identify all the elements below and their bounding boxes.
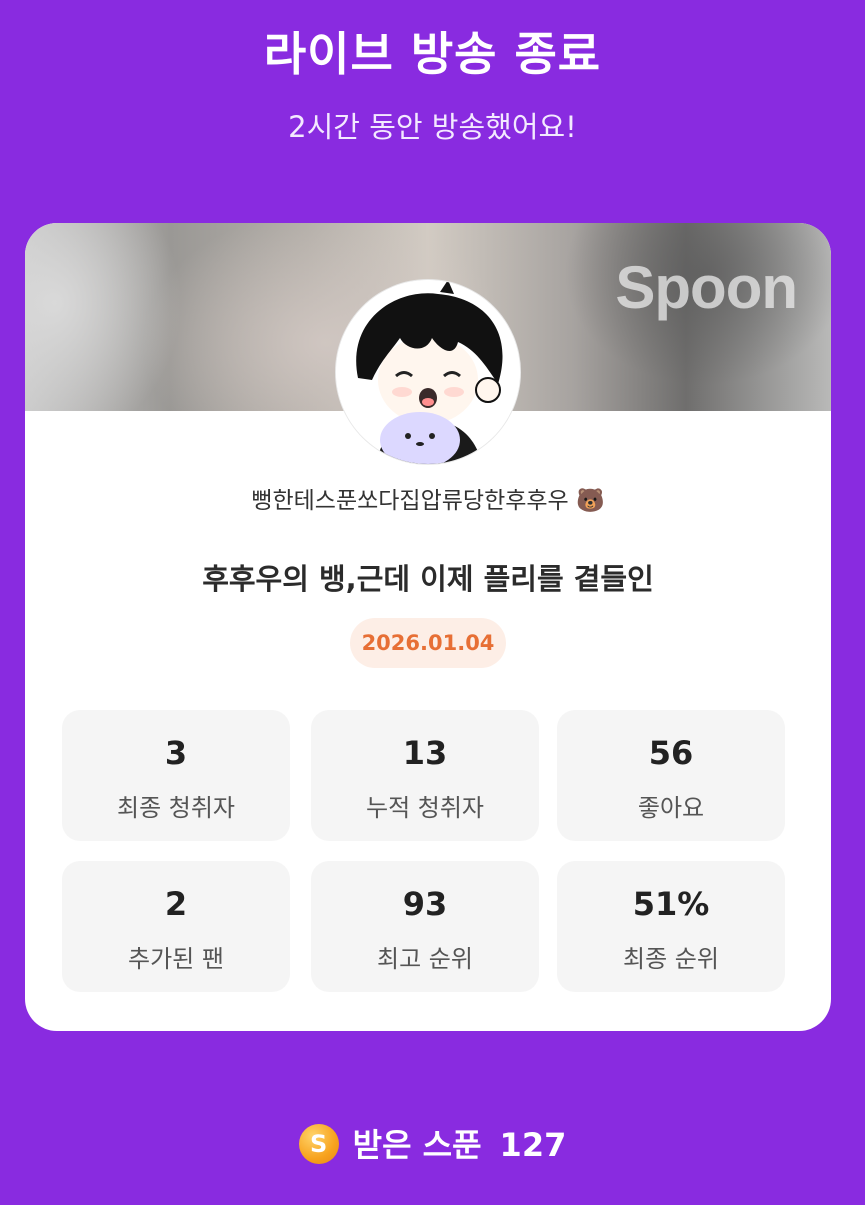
- broadcast-summary-card: Spoon 뻥한테스푼쏘다집압류당한후후우 🐻 후후우의 뱅,근데 이제 플리를…: [25, 223, 831, 1031]
- spoon-logo: Spoon: [615, 254, 798, 321]
- received-spoons-label: 받은 스푼: [352, 1126, 482, 1164]
- page-title: 라이브 방송 종료: [263, 27, 602, 81]
- stat-likes: 56 좋아요: [557, 710, 785, 841]
- stat-label: 최종 청취자: [116, 794, 236, 822]
- stat-label: 좋아요: [637, 794, 705, 822]
- spoon-coin-icon: S: [298, 1124, 339, 1164]
- stat-total-listeners: 13 누적 청취자: [311, 710, 539, 841]
- stat-label: 누적 청취자: [365, 794, 485, 822]
- stat-best-rank: 93 최고 순위: [311, 861, 539, 992]
- stat-value: 51%: [632, 885, 710, 923]
- stat-value: 2: [164, 885, 188, 923]
- stat-label: 최종 순위: [623, 945, 719, 973]
- date-badge: 2026.01.04: [350, 618, 506, 668]
- stat-final-rank: 51% 최종 순위: [557, 861, 785, 992]
- stat-label: 추가된 팬: [128, 945, 224, 973]
- stat-value: 93: [402, 885, 448, 923]
- broadcaster-nickname: 뻥한테스푼쏘다집압류당한후후우 🐻: [251, 488, 605, 514]
- stat-value: 13: [402, 734, 448, 772]
- stat-new-fans: 2 추가된 팬: [62, 861, 290, 992]
- stat-value: 3: [164, 734, 188, 772]
- live-title: 후후우의 뱅,근데 이제 플리를 곁들인: [202, 562, 654, 596]
- stat-value: 56: [648, 734, 694, 772]
- received-spoons: S 받은 스푼 127: [0, 1120, 865, 1167]
- avatar-illustration: [336, 280, 520, 464]
- avatar[interactable]: [336, 280, 520, 464]
- stat-label: 최고 순위: [377, 945, 473, 973]
- received-spoons-count: 127: [499, 1126, 567, 1164]
- broadcast-duration: 2시간 동안 방송했어요!: [288, 110, 577, 144]
- stat-final-listeners: 3 최종 청취자: [62, 710, 290, 841]
